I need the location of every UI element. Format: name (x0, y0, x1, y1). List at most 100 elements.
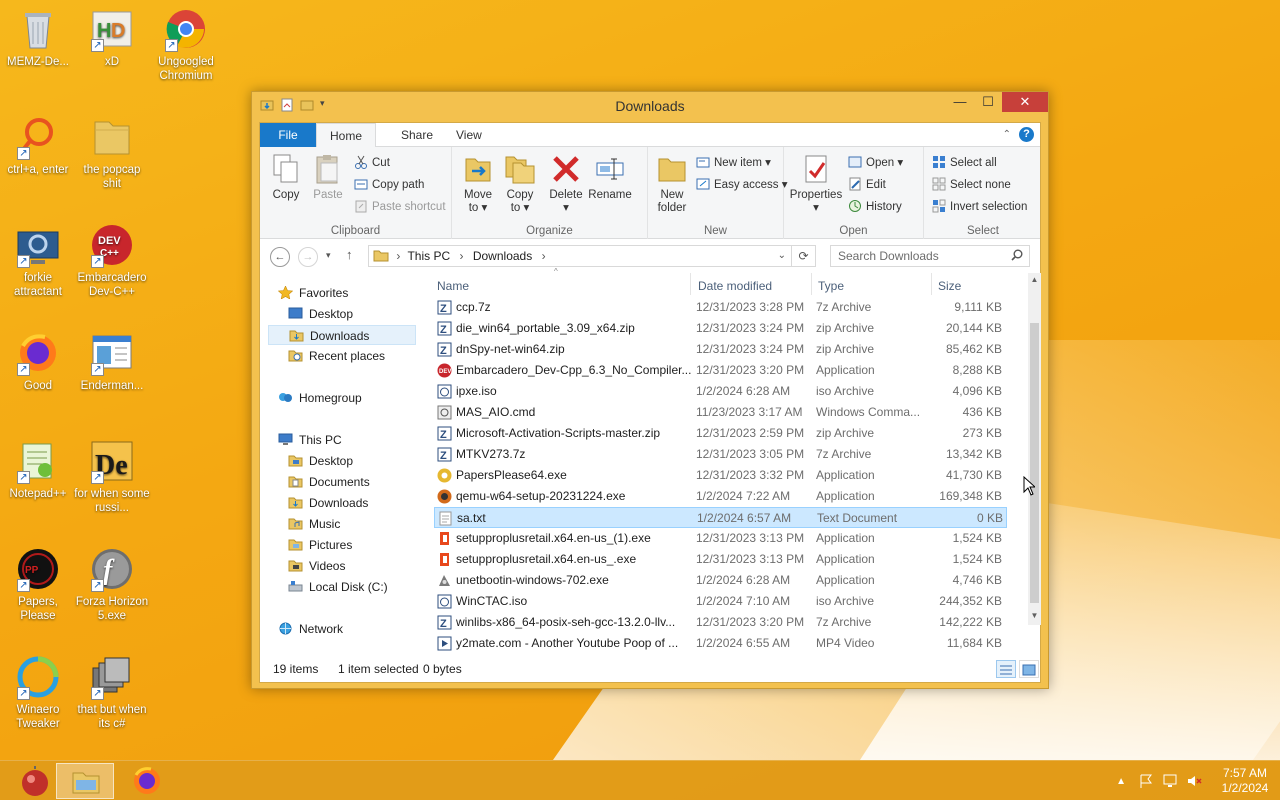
show-hidden-icons-icon[interactable]: ▲ (1116, 776, 1126, 787)
file-row[interactable]: sa.txt 1/2/2024 6:57 AM Text Document 0 KB (434, 507, 1007, 528)
properties-button[interactable]: Properties ▾ (788, 153, 844, 215)
easy-access-button[interactable]: Easy access ▾ (696, 176, 788, 194)
copy-button[interactable]: Copy (268, 153, 304, 202)
column-divider[interactable] (931, 273, 932, 295)
desktop-icon[interactable]: ↗ forkie attractant (0, 222, 76, 299)
large-icons-view-button[interactable] (1019, 660, 1039, 678)
desktop-icon[interactable]: ↗ Notepad++ (0, 438, 76, 501)
file-row[interactable]: WinCTAC.iso 1/2/2024 7:10 AM iso Archive 24… (434, 591, 1007, 612)
recent-locations-icon[interactable]: ▾ (326, 250, 331, 261)
up-arrow-icon[interactable]: ↑ (346, 247, 353, 262)
title-bar[interactable]: ▾ Downloads — ☐ ✕ (252, 92, 1048, 120)
copy-path-button[interactable]: Copy path (354, 176, 424, 194)
file-row[interactable]: MAS_AIO.cmd 11/23/2023 3:17 AM Windows Com… (434, 402, 1007, 423)
select-none-button[interactable]: Select none (932, 176, 1011, 194)
open-button[interactable]: Open ▾ (848, 154, 903, 172)
desktop-icon[interactable]: ↗ Ungoogled Chromium (148, 6, 224, 83)
column-date-modified[interactable]: Date modified (698, 279, 772, 293)
column-name[interactable]: Name (437, 279, 469, 293)
desktop-icon[interactable]: f ↗ Forza Horizon 5.exe (74, 546, 150, 623)
breadcrumb-downloads[interactable]: Downloads (473, 249, 532, 263)
file-row[interactable]: y2mate.com - Another Youtube Poop of ...… (434, 633, 1007, 654)
minimize-button[interactable]: — (946, 92, 974, 112)
nav-downloads-favorite[interactable]: Downloads (268, 325, 416, 345)
file-row[interactable]: setupproplusretail.x64.en-us_.exe 12/31/2… (434, 549, 1007, 570)
taskbar-firefox[interactable] (118, 763, 176, 799)
copy-to-button[interactable]: Copy to ▾ (500, 153, 540, 215)
history-button[interactable]: History (848, 198, 902, 216)
nav-local-disk[interactable]: Local Disk (C:) (288, 577, 388, 597)
scrollbar-thumb[interactable] (1030, 323, 1039, 603)
file-row[interactable]: Z MTKV273.7z 12/31/2023 3:05 PM 7z Archive 1… (434, 444, 1007, 465)
maximize-button[interactable]: ☐ (974, 92, 1002, 112)
file-row[interactable]: unetbootin-windows-702.exe 1/2/2024 6:28 … (434, 570, 1007, 591)
file-row[interactable]: Z Microsoft-Activation-Scripts-master.zip… (434, 423, 1007, 444)
desktop-icon[interactable]: the popcap shit (74, 114, 150, 191)
tab-home[interactable]: Home (316, 123, 377, 148)
column-type[interactable]: Type (818, 279, 844, 293)
vertical-scrollbar[interactable]: ▲ ▼ (1028, 273, 1041, 625)
volume-muted-icon[interactable] (1186, 773, 1202, 789)
back-button[interactable]: ← (270, 247, 290, 267)
column-divider[interactable] (811, 273, 812, 295)
file-row[interactable]: qemu-w64-setup-20231224.exe 1/2/2024 7:22… (434, 486, 1007, 507)
file-row[interactable]: Zdie_win64_portable_3.09_x64.zip 12/31/20… (434, 318, 1007, 339)
desktop-icon[interactable]: H D ↗ xD (74, 6, 150, 69)
desktop-icon[interactable]: DEV C++ ↗ Embarcadero Dev-C++ (74, 222, 150, 299)
move-to-button[interactable]: Move to ▾ (458, 153, 498, 215)
edit-button[interactable]: Edit (848, 176, 886, 194)
nav-network[interactable]: Network (278, 619, 343, 639)
delete-button[interactable]: Delete ▾ (546, 153, 586, 215)
tab-share[interactable]: Share (388, 123, 446, 147)
file-row[interactable]: setupproplusretail.x64.en-us_(1).exe 12/3… (434, 528, 1007, 549)
desktop-icon[interactable]: ↗ Winaero Tweaker (0, 654, 76, 731)
tab-view[interactable]: View (443, 123, 495, 147)
nav-music[interactable]: Music (288, 514, 340, 534)
nav-pc-downloads[interactable]: Downloads (288, 493, 368, 513)
action-center-flag-icon[interactable] (1138, 773, 1154, 789)
nav-videos[interactable]: Videos (288, 556, 345, 576)
file-row[interactable]: PapersPlease64.exe 12/31/2023 3:32 PM Appl… (434, 465, 1007, 486)
scroll-up-icon[interactable]: ▲ (1029, 275, 1040, 287)
invert-selection-button[interactable]: Invert selection (932, 198, 1027, 216)
desktop-icon[interactable]: PP ↗ Papers, Please (0, 546, 76, 623)
address-input[interactable]: › This PC › Downloads › ⌄ (368, 245, 792, 267)
desktop-icon[interactable]: De ↗ for when some russi... (74, 438, 150, 515)
help-icon[interactable]: ? (1019, 127, 1034, 142)
rename-button[interactable]: Rename (588, 153, 632, 202)
search-input[interactable]: Search Downloads (830, 245, 1030, 267)
desktop-icon[interactable]: ↗ ctrl+a, enter (0, 114, 76, 177)
nav-desktop[interactable]: Desktop (288, 304, 353, 324)
refresh-button[interactable]: ⟳ (792, 245, 816, 267)
file-row[interactable]: Zwinlibs-x86_64-posix-seh-gcc-13.2.0-llv… (434, 612, 1007, 633)
column-divider[interactable] (690, 273, 691, 295)
start-button[interactable] (0, 763, 58, 799)
nav-pc-desktop[interactable]: Desktop (288, 451, 353, 471)
nav-documents[interactable]: Documents (288, 472, 370, 492)
cut-button[interactable]: Cut (354, 154, 390, 172)
desktop-icon[interactable]: ↗ that but when its c# (74, 654, 150, 731)
paste-shortcut-button[interactable]: Paste shortcut (354, 198, 446, 216)
taskbar-file-explorer[interactable] (56, 763, 114, 799)
collapse-ribbon-icon[interactable]: ⌃ (1003, 129, 1011, 140)
column-size[interactable]: Size (938, 279, 961, 293)
details-view-button[interactable] (996, 660, 1016, 678)
desktop-icon[interactable]: MEMZ-De... (0, 6, 76, 69)
file-row[interactable]: ipxe.iso 1/2/2024 6:28 AM iso Archive 4,096… (434, 381, 1007, 402)
file-row[interactable]: DEV Embarcadero_Dev-Cpp_6.3_No_Compiler..… (434, 360, 1007, 381)
network-tray-icon[interactable] (1162, 773, 1178, 789)
scroll-down-icon[interactable]: ▼ (1029, 611, 1040, 623)
select-all-button[interactable]: Select all (932, 154, 997, 172)
file-row[interactable]: Zccp.7z 12/31/2023 3:28 PM 7z Archive 9,111… (434, 297, 1007, 318)
new-item-button[interactable]: New item ▾ (696, 154, 771, 172)
nav-pictures[interactable]: Pictures (288, 535, 352, 555)
nav-recent-places[interactable]: Recent places (288, 346, 385, 366)
forward-button[interactable]: → (298, 247, 318, 267)
nav-homegroup[interactable]: Homegroup (278, 388, 362, 408)
nav-favorites[interactable]: Favorites (277, 283, 348, 303)
paste-button[interactable]: Paste (310, 153, 346, 202)
clock[interactable]: 7:57 AM 1/2/2024 (1210, 766, 1280, 796)
breadcrumb-this-pc[interactable]: This PC (407, 249, 450, 263)
desktop-icon[interactable]: ↗ Enderman... (74, 330, 150, 393)
tab-file[interactable]: File (260, 123, 316, 147)
